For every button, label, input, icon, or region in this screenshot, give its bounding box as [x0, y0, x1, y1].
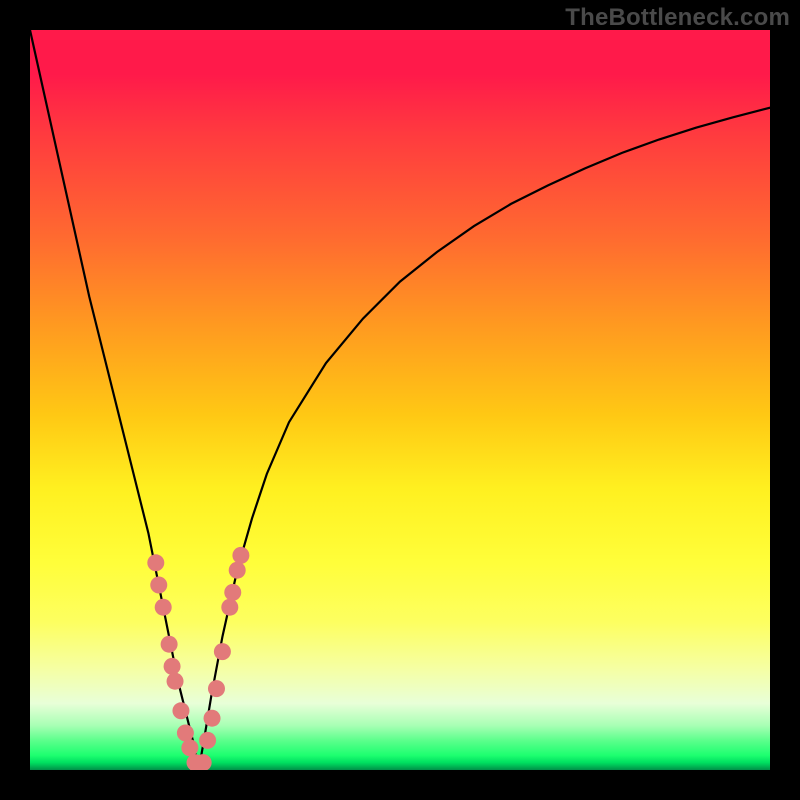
data-marker — [232, 547, 249, 564]
data-marker — [155, 599, 172, 616]
data-marker — [164, 658, 181, 675]
data-marker — [199, 732, 216, 749]
data-marker — [181, 739, 198, 756]
chart-frame: TheBottleneck.com — [0, 0, 800, 800]
data-marker — [167, 673, 184, 690]
data-marker — [224, 584, 241, 601]
data-marker — [161, 636, 178, 653]
data-marker — [147, 554, 164, 571]
data-marker — [229, 562, 246, 579]
data-marker — [177, 725, 194, 742]
watermark-text: TheBottleneck.com — [565, 4, 790, 32]
plot-area — [30, 30, 770, 770]
data-marker — [221, 599, 238, 616]
data-marker — [204, 710, 221, 727]
curve-layer — [30, 30, 770, 770]
data-marker — [208, 680, 225, 697]
data-marker — [214, 643, 231, 660]
data-marker — [150, 577, 167, 594]
data-marker — [172, 702, 189, 719]
curve-right-branch — [199, 108, 770, 770]
